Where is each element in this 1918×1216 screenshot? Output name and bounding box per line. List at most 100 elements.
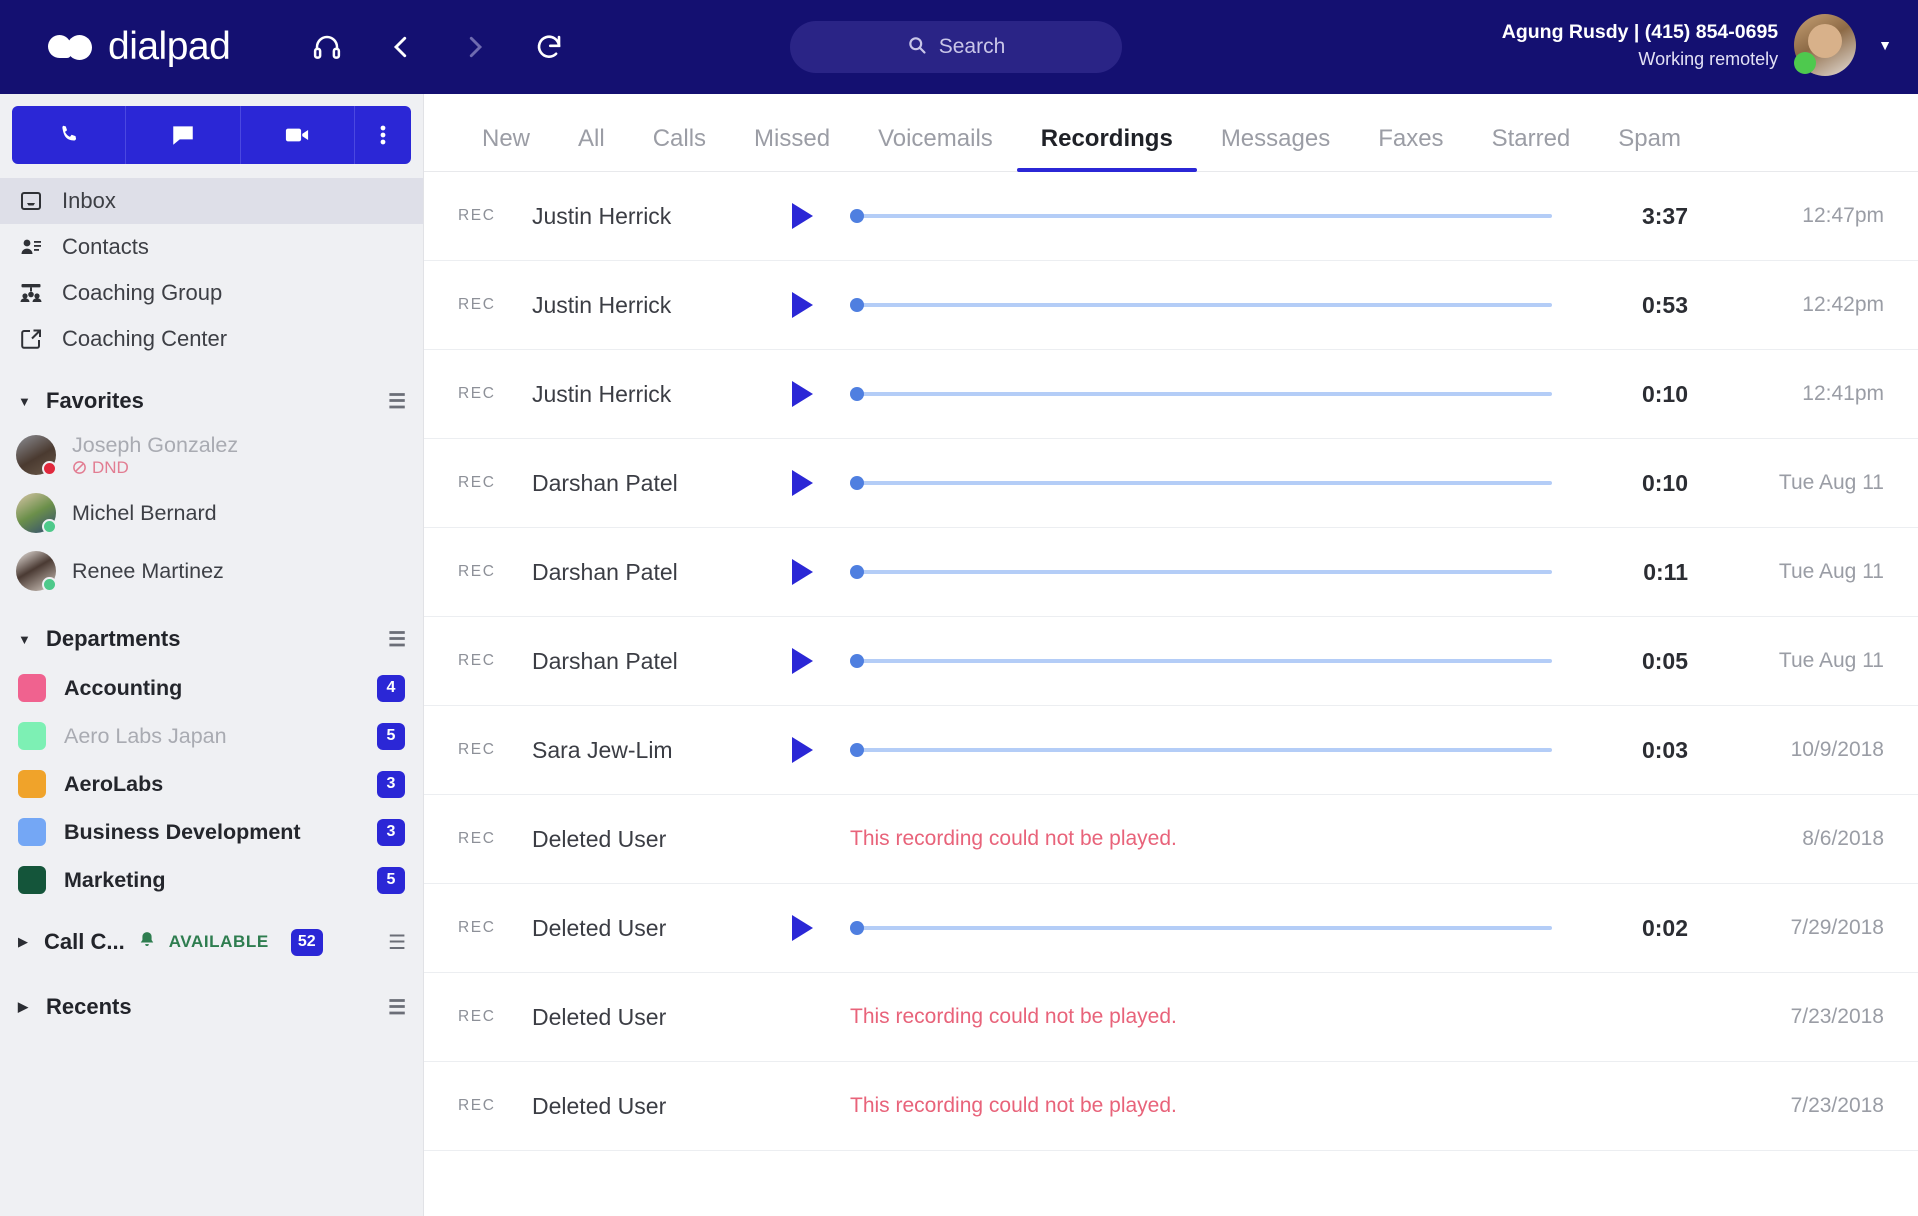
sidebar-item-label: Coaching Group: [62, 280, 223, 305]
table-row[interactable]: REC Deleted User 0:02 7/29/2018: [424, 884, 1918, 973]
audio-progress-slider[interactable]: [850, 298, 1552, 312]
search-input[interactable]: Search: [790, 21, 1122, 73]
favorites-title: Favorites: [46, 388, 144, 413]
play-icon[interactable]: [792, 648, 850, 674]
departments-section-header[interactable]: ▼ Departments ☰: [0, 614, 423, 664]
table-row[interactable]: REC Deleted User This recording could not …: [424, 973, 1918, 1062]
recents-section-header[interactable]: ▶ Recents ☰: [0, 982, 423, 1032]
call-action-button[interactable]: [12, 106, 127, 164]
reorder-handle[interactable]: ☰: [388, 389, 406, 414]
audio-progress-slider[interactable]: [850, 476, 1552, 490]
tab-spam[interactable]: Spam: [1594, 125, 1705, 171]
recording-contact-name: Deleted User: [532, 825, 667, 852]
reorder-handle[interactable]: ☰: [388, 930, 406, 955]
dialpad-logo-icon: [48, 32, 94, 62]
department-name: AeroLabs: [64, 771, 164, 796]
tab-missed[interactable]: Missed: [730, 125, 854, 171]
audio-progress-slider[interactable]: [850, 743, 1552, 757]
table-row[interactable]: REC Sara Jew-Lim 0:03 10/9/2018: [424, 706, 1918, 795]
list-item[interactable]: Renee Martinez: [0, 542, 423, 600]
chevron-down-icon[interactable]: ▼: [1878, 37, 1892, 53]
table-row[interactable]: REC Darshan Patel 0:10 Tue Aug 11: [424, 439, 1918, 528]
recording-tag: REC: [458, 1008, 496, 1025]
list-item[interactable]: Business Development 3: [0, 808, 423, 856]
recording-tag: REC: [458, 652, 496, 669]
play-icon[interactable]: [792, 915, 850, 941]
user-menu[interactable]: Agung Rusdy | (415) 854-0695 Working rem…: [1502, 14, 1892, 76]
call-center-section-header[interactable]: ▶ Call C... AVAILABLE 52 ☰: [0, 916, 423, 968]
recording-contact-name: Deleted User: [532, 914, 667, 941]
list-item[interactable]: Aero Labs Japan 5: [0, 712, 423, 760]
play-icon[interactable]: [792, 203, 850, 229]
color-swatch: [18, 770, 46, 798]
table-row[interactable]: REC Deleted User This recording could not …: [424, 795, 1918, 884]
favorites-section-header[interactable]: ▼ Favorites ☰: [0, 376, 423, 426]
more-options-button[interactable]: [355, 106, 411, 164]
back-arrow-icon[interactable]: [386, 32, 416, 62]
sidebar-item-label: Inbox: [62, 188, 116, 213]
status-badge: 5: [377, 722, 405, 750]
audio-progress-slider[interactable]: [850, 387, 1552, 401]
recording-contact-name: Sara Jew-Lim: [532, 736, 673, 763]
headset-icon[interactable]: [312, 32, 342, 62]
sidebar-item-inbox[interactable]: Inbox: [0, 178, 423, 224]
avatar[interactable]: [1794, 14, 1857, 76]
recording-timestamp: 7/23/2018: [1790, 1094, 1884, 1117]
main-content: New All Calls Missed Voicemails Recordin…: [424, 94, 1918, 1216]
avatar: [16, 435, 57, 476]
favorite-name: Renee Martinez: [72, 558, 224, 583]
department-name: Marketing: [64, 867, 166, 892]
play-icon[interactable]: [792, 292, 850, 318]
app-logo[interactable]: dialpad: [48, 25, 231, 69]
tab-new[interactable]: New: [458, 125, 554, 171]
audio-progress-slider[interactable]: [850, 654, 1552, 668]
play-icon[interactable]: [792, 381, 850, 407]
list-item[interactable]: Michel Bernard: [0, 484, 423, 542]
table-row[interactable]: REC Darshan Patel 0:05 Tue Aug 11: [424, 617, 1918, 706]
list-item[interactable]: Accounting 4: [0, 664, 423, 712]
sidebar-item-coaching-group[interactable]: Coaching Group: [0, 270, 423, 316]
audio-progress-slider[interactable]: [850, 921, 1552, 935]
video-action-button[interactable]: [241, 106, 355, 164]
recording-tag: REC: [458, 296, 496, 313]
forward-arrow-icon[interactable]: [460, 32, 490, 62]
table-row[interactable]: REC Darshan Patel 0:11 Tue Aug 11: [424, 528, 1918, 617]
play-icon[interactable]: [792, 737, 850, 763]
tab-calls[interactable]: Calls: [629, 125, 730, 171]
tab-messages[interactable]: Messages: [1197, 125, 1354, 171]
refresh-icon[interactable]: [534, 32, 564, 62]
reorder-handle[interactable]: ☰: [388, 995, 406, 1020]
table-row[interactable]: REC Justin Herrick 3:37 12:47pm: [424, 172, 1918, 261]
bell-icon: [137, 930, 157, 955]
reorder-handle[interactable]: ☰: [388, 627, 406, 652]
tab-bar: New All Calls Missed Voicemails Recordin…: [424, 94, 1918, 172]
audio-progress-slider[interactable]: [850, 209, 1552, 223]
list-item[interactable]: Joseph Gonzalez DND: [0, 426, 423, 484]
message-action-button[interactable]: [126, 106, 241, 164]
list-item[interactable]: AeroLabs 3: [0, 760, 423, 808]
recording-duration: 3:37: [1641, 202, 1688, 229]
table-row[interactable]: REC Deleted User This recording could not …: [424, 1062, 1918, 1151]
list-item[interactable]: Marketing 5: [0, 856, 423, 904]
color-swatch: [18, 866, 46, 894]
play-icon[interactable]: [792, 559, 850, 585]
sidebar-item-coaching-center[interactable]: Coaching Center: [0, 316, 423, 362]
recording-contact-name: Justin Herrick: [532, 291, 672, 318]
sidebar: Inbox Contacts Coaching Group Coaching C…: [0, 94, 424, 1216]
tab-faxes[interactable]: Faxes: [1354, 125, 1467, 171]
table-row[interactable]: REC Justin Herrick 0:10 12:41pm: [424, 350, 1918, 439]
recording-contact-name: Darshan Patel: [532, 469, 678, 496]
play-icon[interactable]: [792, 470, 850, 496]
recording-contact-name: Justin Herrick: [532, 202, 672, 229]
call-center-label: Call C...: [44, 929, 125, 954]
tab-voicemails[interactable]: Voicemails: [854, 125, 1017, 171]
tab-starred[interactable]: Starred: [1468, 125, 1595, 171]
sidebar-item-contacts[interactable]: Contacts: [0, 224, 423, 270]
recording-duration: 0:53: [1641, 291, 1688, 318]
playback-error-message: This recording could not be played.: [850, 827, 1177, 850]
tab-all[interactable]: All: [554, 125, 629, 171]
status-badge: 4: [377, 674, 405, 702]
table-row[interactable]: REC Justin Herrick 0:53 12:42pm: [424, 261, 1918, 350]
tab-recordings[interactable]: Recordings: [1016, 125, 1197, 172]
audio-progress-slider[interactable]: [850, 565, 1552, 579]
